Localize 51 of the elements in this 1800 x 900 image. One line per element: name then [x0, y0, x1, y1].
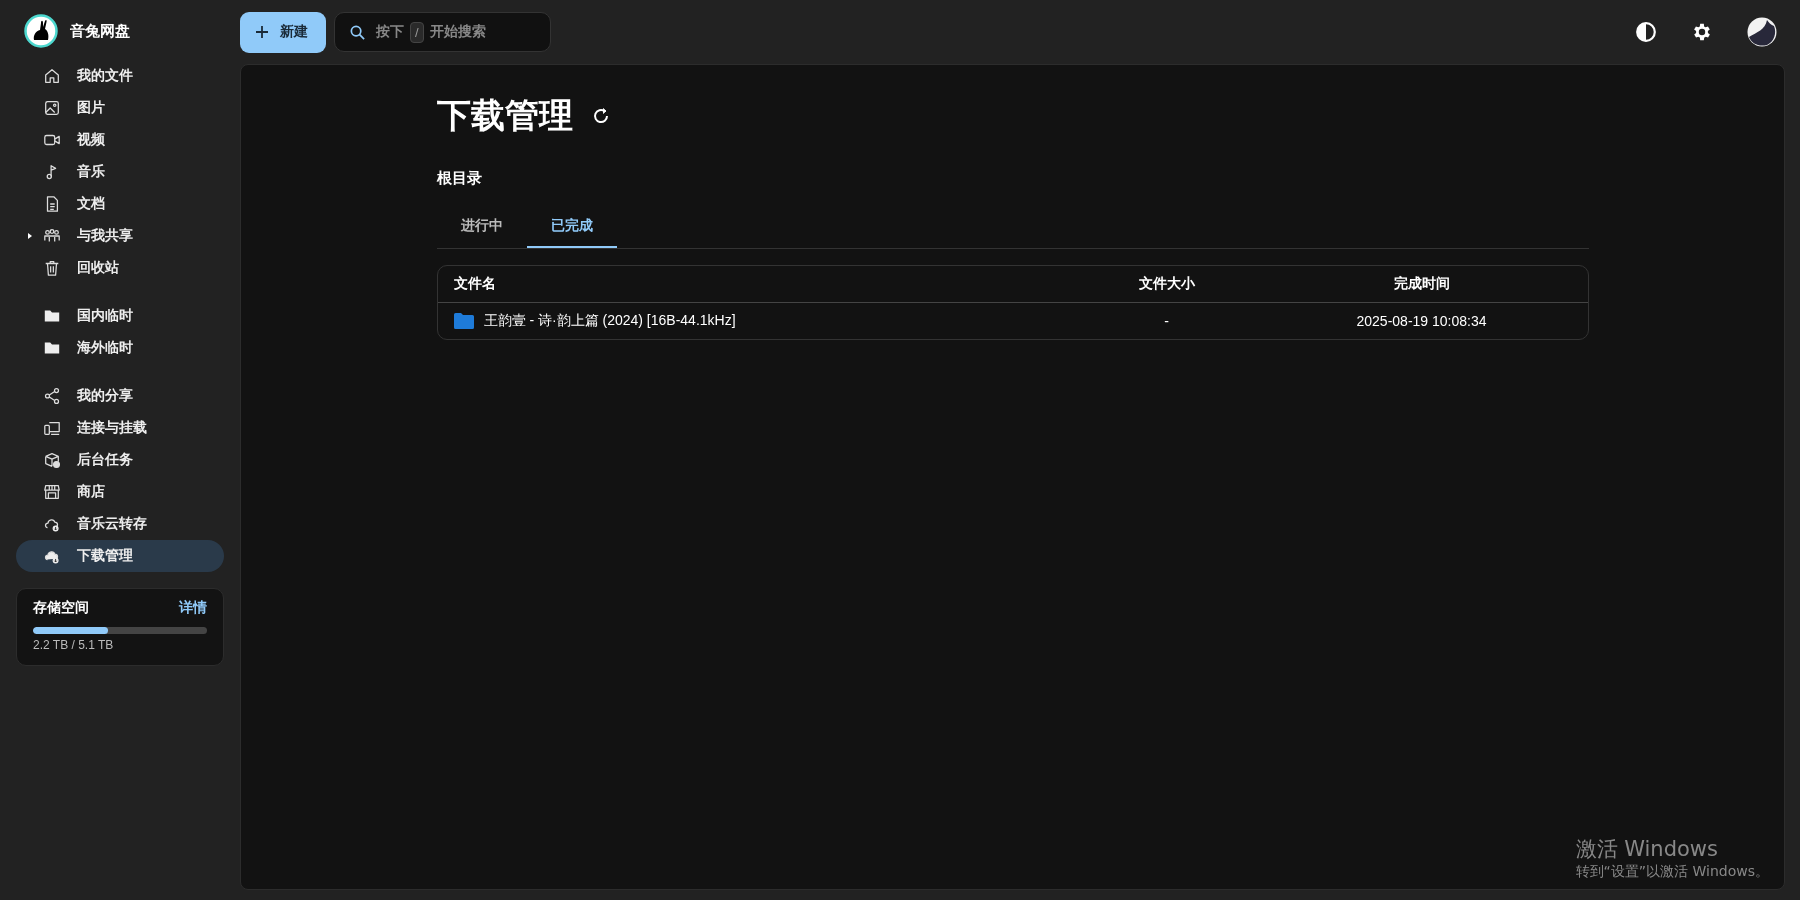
sidebar-item[interactable]: 我的文件 [16, 60, 224, 92]
shortcut-key: / [410, 21, 424, 43]
tab[interactable]: 进行中 [436, 204, 527, 248]
file-name[interactable]: 王韵壹 - 诗·韵上篇 (2024) [16B-44.1kHz] [483, 312, 736, 330]
store-icon [43, 483, 61, 501]
storage-usage: 2.2 TB / 5.1 TB [33, 638, 114, 652]
activation-hint: 转到“设置”以激活 Windows。 [1575, 863, 1769, 881]
avatar-icon[interactable] [1747, 17, 1777, 47]
table-cell: 2025-08-19 10:08:34 [1356, 313, 1487, 329]
image-icon [43, 99, 61, 117]
settings-icon[interactable] [1691, 21, 1713, 43]
sidebar-item[interactable]: 连接与挂载 [16, 412, 224, 444]
sidebar-item[interactable]: 音乐 [16, 156, 224, 188]
search-hint: 按下 [376, 23, 404, 41]
home-icon [43, 67, 61, 85]
folder-icon [453, 313, 474, 329]
sidebar-item[interactable]: 音乐云转存 [16, 508, 224, 540]
activation-title: 激活 Windows [1575, 836, 1719, 863]
sidebar-item[interactable]: 国内临时 [16, 300, 224, 332]
new-button[interactable]: 新建 [240, 11, 326, 53]
sidebar-item[interactable]: 与我共享 [16, 220, 224, 252]
page-title: 下载管理 [436, 95, 573, 136]
column-header: 文件大小 [1138, 275, 1195, 293]
devices-icon [43, 419, 61, 437]
app-name: 音兔网盘 [70, 21, 130, 41]
details-link[interactable]: 详情 [179, 599, 207, 617]
sidebar-item[interactable]: 我的分享 [16, 380, 224, 412]
column-header: 文件名 [452, 275, 497, 293]
contrast-icon[interactable] [1635, 21, 1657, 43]
box-icon [43, 451, 61, 469]
search-field[interactable]: 按下 / 开始搜索 [334, 12, 551, 52]
search-hint: 开始搜索 [429, 23, 486, 41]
expand-caret-icon[interactable] [26, 232, 34, 240]
sidebar-item[interactable]: 海外临时 [16, 332, 224, 364]
column-header: 完成时间 [1393, 275, 1450, 293]
plus-icon [254, 24, 270, 40]
tab[interactable]: 已完成 [526, 204, 617, 248]
share-icon [43, 387, 61, 405]
trash-icon [43, 259, 61, 277]
sidebar-item[interactable]: 图片 [16, 92, 224, 124]
breadcrumb[interactable]: 根目录 [436, 169, 482, 188]
sidebar-item[interactable]: 文档 [16, 188, 224, 220]
sidebar-item[interactable]: 后台任务 [16, 444, 224, 476]
storage-title: 存储空间 [33, 599, 89, 617]
sidebar-item[interactable]: 视频 [16, 124, 224, 156]
sidebar-item[interactable]: 下载管理 [16, 540, 224, 572]
search-icon [349, 23, 366, 41]
table-cell: - [1164, 313, 1169, 329]
sidebar-item[interactable]: 回收站 [16, 252, 224, 284]
sidebar-item[interactable]: 商店 [16, 476, 224, 508]
rabbit-logo-icon [24, 14, 58, 48]
